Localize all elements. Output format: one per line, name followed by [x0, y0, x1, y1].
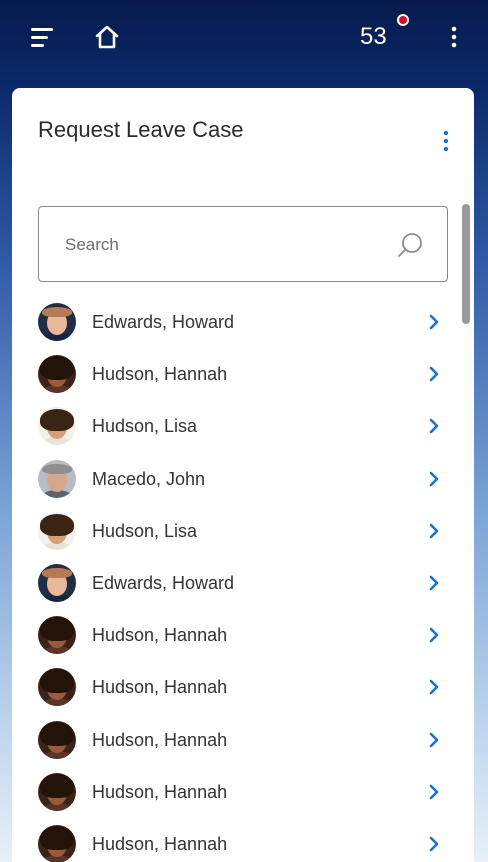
avatar-hair [42, 307, 72, 317]
list-item[interactable]: Hudson, Hannah [12, 661, 474, 713]
chevron-right-icon[interactable] [424, 677, 444, 697]
avatar-hair [40, 356, 74, 381]
avatar-hair [40, 513, 74, 536]
list-item[interactable]: Hudson, Hannah [12, 818, 474, 862]
list-item[interactable]: Hudson, Hannah [12, 766, 474, 818]
card-more-vertical-icon[interactable] [436, 128, 456, 154]
list-item[interactable]: Hudson, Hannah [12, 714, 474, 766]
avatar [38, 355, 76, 394]
search-icon[interactable] [395, 231, 425, 261]
chevron-right-icon[interactable] [424, 416, 444, 436]
avatar [38, 459, 76, 498]
list-item-name: Edwards, Howard [92, 312, 235, 332]
notification-count[interactable]: 53 [360, 22, 387, 52]
avatar-hair [40, 721, 74, 746]
list-item-name: Hudson, Hannah [92, 833, 228, 854]
list-item[interactable]: Macedo, John [12, 453, 474, 505]
card-title: Request Leave Case [38, 117, 244, 142]
avatar-hair [40, 669, 74, 694]
chevron-right-icon[interactable] [424, 364, 444, 384]
chevron-right-icon[interactable] [424, 782, 444, 802]
list-item-name: Hudson, Hannah [92, 677, 228, 698]
avatar [38, 616, 76, 655]
more-vertical-icon[interactable] [444, 22, 464, 52]
list-item-name: Hudson, Hannah [92, 364, 228, 385]
list-item[interactable]: Edwards, Howard [12, 296, 474, 348]
chevron-right-icon[interactable] [424, 730, 444, 750]
list-item[interactable]: Hudson, Lisa [12, 505, 474, 557]
list-item-name: Edwards, Howard [92, 572, 235, 593]
list-item[interactable]: Hudson, Hannah [12, 609, 474, 661]
search-input[interactable] [63, 229, 387, 261]
menu-icon[interactable] [28, 24, 58, 50]
avatar [38, 511, 76, 550]
chevron-right-icon[interactable] [424, 625, 444, 645]
avatar [38, 772, 76, 811]
list-item-name: Hudson, Hannah [92, 729, 228, 750]
notification-badge [397, 14, 409, 26]
chevron-right-icon[interactable] [424, 521, 444, 541]
people-list: Edwards, Howard Hudson, Hannah Hudson, Lis… [12, 296, 474, 862]
avatar-hair [40, 773, 74, 798]
avatar [38, 303, 76, 341]
list-item-name: Macedo, John [92, 468, 206, 489]
avatar [38, 720, 76, 759]
list-item[interactable]: Hudson, Lisa [12, 400, 474, 452]
list-item-name: Hudson, Hannah [92, 781, 228, 802]
avatar [38, 563, 76, 602]
avatar [38, 407, 76, 446]
request-leave-card: Request Leave Case Edwards, Howard Hudson… [12, 88, 474, 862]
search-box[interactable] [38, 206, 448, 282]
avatar-hair [42, 463, 72, 474]
chevron-right-icon[interactable] [424, 312, 444, 332]
list-item[interactable]: Hudson, Hannah [12, 348, 474, 400]
list-item[interactable]: Edwards, Howard [12, 557, 474, 609]
avatar [38, 668, 76, 707]
avatar-hair [40, 617, 74, 642]
avatar-hair [42, 567, 72, 578]
home-icon[interactable] [92, 22, 122, 52]
avatar-hair [40, 409, 74, 432]
list-item-name: Hudson, Lisa [92, 416, 198, 437]
app-header: 53 [0, 0, 488, 80]
list-item-name: Hudson, Lisa [92, 520, 198, 541]
chevron-right-icon[interactable] [424, 834, 444, 854]
chevron-right-icon[interactable] [424, 573, 444, 593]
avatar [38, 824, 76, 862]
avatar-hair [40, 825, 74, 850]
list-item-name: Hudson, Hannah [92, 625, 228, 646]
chevron-right-icon[interactable] [424, 469, 444, 489]
